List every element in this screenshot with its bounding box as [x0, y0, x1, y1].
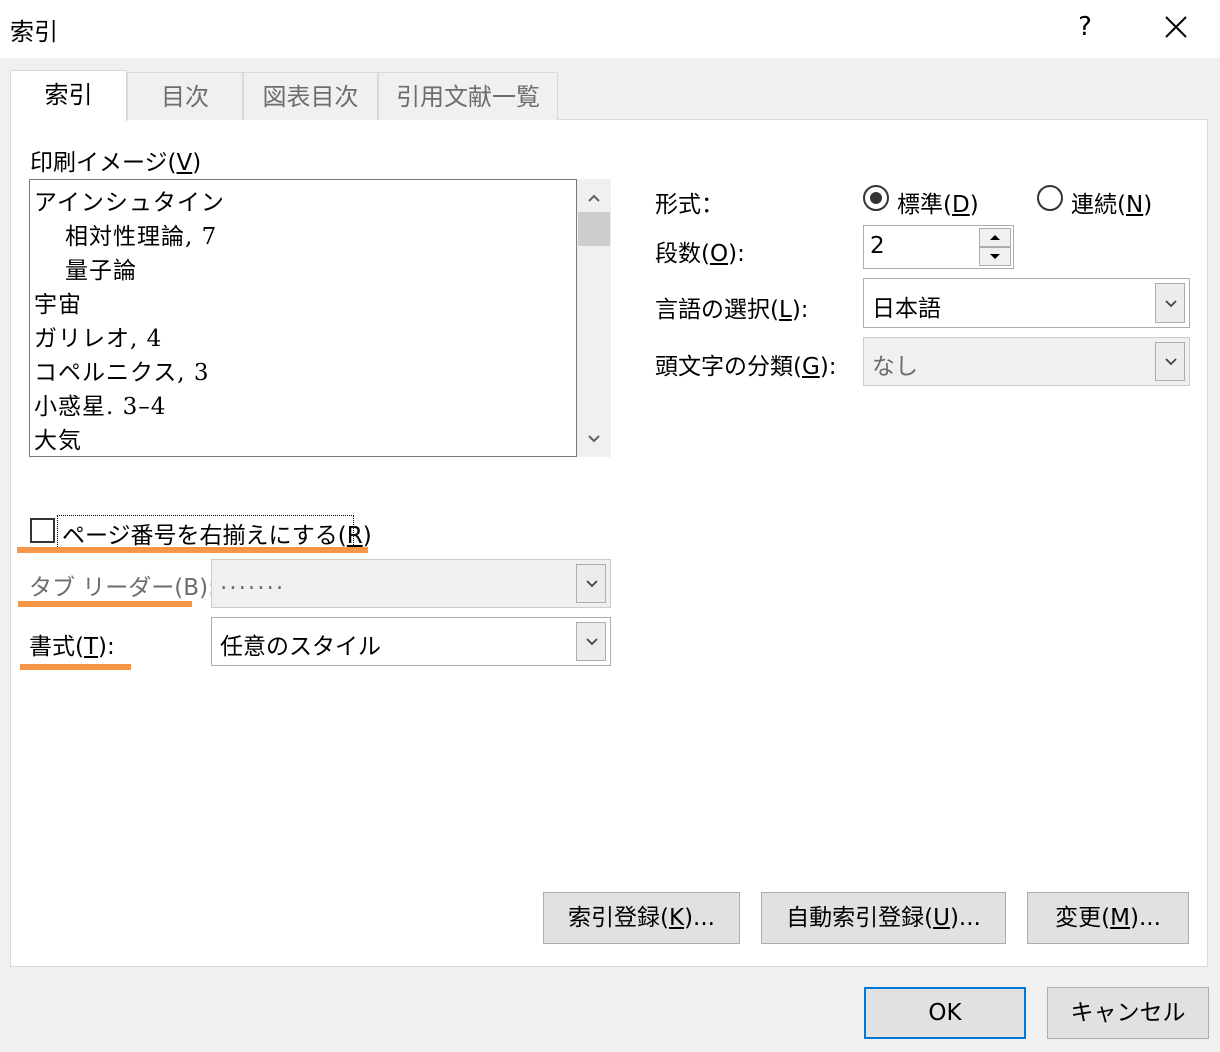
format-label: 書式(T):	[29, 634, 115, 660]
type-indented-radio[interactable]	[863, 185, 889, 211]
tab-leader-label: タブ リーダー(B):	[29, 575, 216, 601]
cancel-button[interactable]: キャンセル	[1047, 987, 1209, 1039]
right-align-checkbox[interactable]	[30, 518, 55, 543]
preview-line: 量子論	[65, 258, 137, 284]
preview-line: コペルニクス, 3	[34, 360, 210, 386]
close-button[interactable]	[1150, 4, 1202, 50]
chevron-down-icon	[1155, 283, 1185, 323]
tab-table-of-authorities[interactable]: 引用文献一覧	[378, 72, 558, 120]
scroll-down-icon[interactable]	[577, 424, 611, 454]
headings-select[interactable]: なし	[863, 337, 1190, 386]
language-select[interactable]: 日本語	[863, 278, 1190, 328]
automark-button[interactable]: 自動索引登録(U)...	[761, 892, 1006, 944]
preview-line: アインシュタイン	[34, 190, 225, 216]
headings-label: 頭文字の分類(G):	[655, 354, 837, 380]
triangle-down-icon	[990, 254, 1000, 259]
mark-entry-button[interactable]: 索引登録(K)...	[543, 892, 740, 944]
preview-line: 相対性理論, 7	[65, 224, 218, 250]
title-bar	[0, 0, 1220, 58]
highlight-underline	[18, 601, 192, 607]
triangle-up-icon	[990, 235, 1000, 240]
modify-button[interactable]: 変更(M)...	[1027, 892, 1189, 944]
window-title: 索引	[10, 18, 58, 46]
tab-index[interactable]: 索引	[10, 70, 127, 122]
preview-line: 宇宙	[34, 292, 82, 318]
tab-table-of-figures[interactable]: 図表目次	[243, 72, 378, 120]
highlight-underline	[17, 547, 368, 553]
language-label: 言語の選択(L):	[655, 297, 809, 323]
scroll-up-icon[interactable]	[577, 183, 611, 213]
highlight-underline	[20, 664, 131, 670]
type-runin-radio[interactable]	[1037, 185, 1063, 211]
chevron-down-icon	[576, 564, 606, 603]
format-select[interactable]: 任意のスタイル	[211, 617, 611, 666]
chevron-down-icon	[1155, 342, 1185, 381]
close-icon	[1165, 16, 1187, 38]
tab-toc[interactable]: 目次	[127, 72, 243, 120]
spin-down-button[interactable]	[979, 247, 1011, 266]
preview-line: 小惑星. 3–4	[34, 394, 167, 420]
type-runin-label[interactable]: 連続(N)	[1071, 185, 1152, 219]
spin-up-button[interactable]	[979, 228, 1011, 247]
preview-line: ガリレオ, 4	[34, 326, 163, 352]
right-align-label[interactable]: ページ番号を右揃えにする(R)	[62, 516, 372, 550]
ok-button[interactable]: OK	[864, 987, 1026, 1039]
preview-scroll-thumb[interactable]	[578, 212, 610, 246]
tab-leader-select[interactable]: .......	[211, 559, 611, 608]
help-button[interactable]: ?	[1062, 4, 1108, 50]
type-indented-label[interactable]: 標準(D)	[897, 185, 979, 219]
chevron-down-icon	[576, 622, 606, 661]
preview-label: 印刷イメージ(V)	[30, 150, 202, 176]
print-preview: アインシュタイン 相対性理論, 7 量子論 宇宙 ガリレオ, 4 コペルニクス,…	[29, 179, 577, 457]
type-label: 形式：	[655, 192, 724, 218]
columns-label: 段数(O):	[655, 241, 745, 267]
preview-line: 大気	[34, 428, 82, 454]
